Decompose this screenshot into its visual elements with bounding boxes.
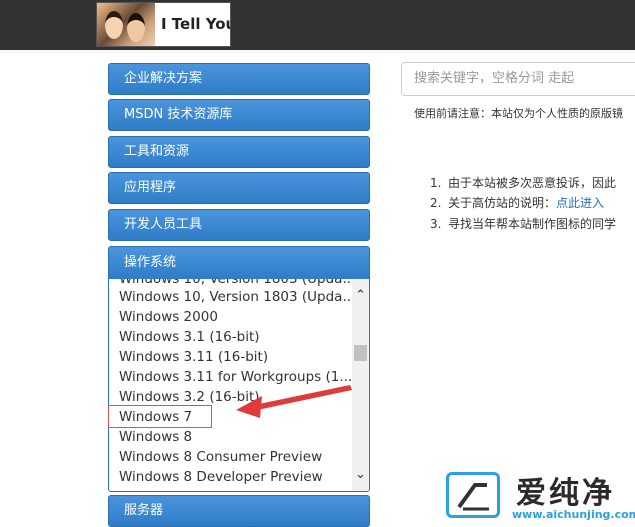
arrow-shaft <box>254 385 352 410</box>
watermark-logo-icon <box>446 472 500 518</box>
sidebar-item-server[interactable]: 服务器 <box>108 495 370 527</box>
watermark-url: www.aichunjing.com <box>512 508 635 521</box>
mirror-site-link[interactable]: 点此进入 <box>556 196 604 210</box>
list-item: 3. 寻找当年帮本站制作图标的同学 <box>430 217 617 231</box>
watermark-title: 爱纯净 <box>516 476 615 511</box>
arrow-head-icon <box>236 396 262 418</box>
search-input[interactable]: 搜索关键字，空格分词 走起 <box>401 62 635 96</box>
list-item: 1. 由于本站被多次恶意投诉，因此 <box>430 176 617 190</box>
watermark: 爱纯净 www.aichunjing.com <box>446 470 635 522</box>
list-item: 2. 关于高仿站的说明：点此进入 <box>430 196 605 210</box>
notice-text: 使用前请注意：本站仅为个人性质的原版镜 <box>414 107 623 120</box>
